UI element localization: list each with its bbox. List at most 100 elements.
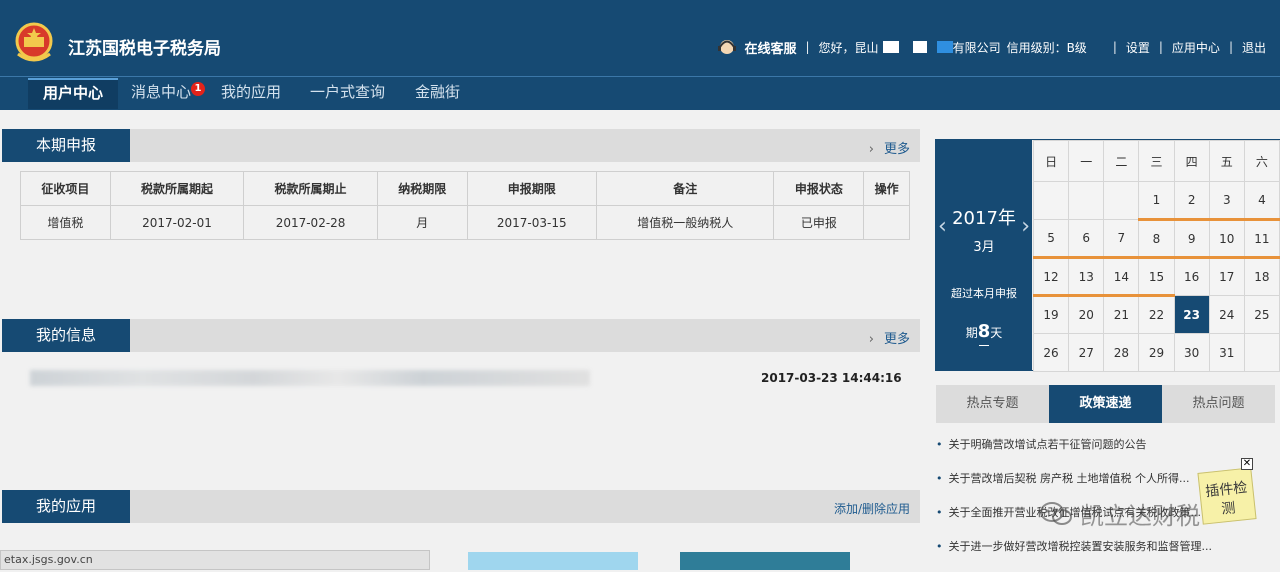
policy-link[interactable]: 关于明确营改增试点若干征管问题的公告	[949, 438, 1147, 451]
nav-message-center[interactable]: 消息中心 1	[131, 79, 206, 110]
declaration-section-header: 本期申报 › 更多	[2, 129, 920, 162]
calendar-day[interactable]: 13	[1068, 257, 1105, 297]
app-tile[interactable]	[680, 552, 850, 570]
bullet-icon: •	[936, 438, 943, 451]
calendar-day[interactable]: 20	[1068, 295, 1105, 334]
my-info-section-header: 我的信息 › 更多	[2, 319, 920, 352]
calendar-day[interactable]: 16	[1173, 257, 1210, 296]
table-cell: 月	[376, 205, 468, 240]
calendar-day[interactable]: 30	[1173, 333, 1210, 372]
calendar-day[interactable]: 21	[1103, 295, 1140, 334]
calendar-day[interactable]: 28	[1103, 333, 1140, 372]
message-item[interactable]	[30, 370, 590, 386]
table-cell: 2017-02-28	[243, 205, 378, 240]
nav-divider	[0, 76, 1280, 77]
policy-link[interactable]: 关于营改增后契税 房产税 土地增值税 个人所得...	[949, 472, 1190, 485]
calendar-day-today[interactable]: 23	[1173, 295, 1210, 334]
redacted-message-text	[30, 370, 590, 386]
calendar-day	[1243, 333, 1280, 372]
company-name-suffix: 有限公司	[952, 40, 1001, 55]
table-cell: 2017-03-15	[466, 205, 597, 240]
weekday-label: 日	[1032, 140, 1070, 182]
app-tile[interactable]	[468, 552, 638, 570]
close-icon[interactable]: ✕	[1241, 458, 1253, 470]
separator: |	[1228, 40, 1233, 54]
weekday-row: 日 一 二 三 四 五 六	[1032, 140, 1280, 182]
calendar-day[interactable]: 2	[1173, 181, 1210, 221]
status-bar-url: etax.jsgs.gov.cn	[0, 550, 430, 570]
column-header: 操作	[863, 171, 910, 206]
nav-finance-street[interactable]: 金融街	[415, 79, 460, 110]
declaration-table: 征收项目 税款所属期起 税款所属期止 纳税期限 申报期限 备注 申报状态 操作 …	[20, 171, 910, 240]
column-header: 纳税期限	[376, 171, 468, 206]
calendar-week: 5 6 7 8 9 10 11	[1032, 219, 1280, 259]
calendar-day[interactable]: 17	[1208, 257, 1245, 296]
operation-cell[interactable]	[863, 205, 910, 240]
calendar-week: 19 20 21 22 23 24 25	[1032, 295, 1280, 334]
tab-policy-express[interactable]: 政策速递	[1049, 385, 1162, 423]
list-item[interactable]: • 关于进一步做好营改增税控装置安装服务和监督管理...	[936, 538, 1276, 572]
calendar-day[interactable]: 6	[1068, 219, 1105, 259]
bullet-icon: •	[936, 506, 943, 519]
message-timestamp: 2017-03-23 14:44:16	[761, 371, 902, 385]
online-service-link[interactable]: 在线客服	[716, 38, 797, 57]
policy-link[interactable]: 关于进一步做好营改增税控装置安装服务和监督管理...	[949, 540, 1213, 553]
calendar-day[interactable]: 27	[1068, 333, 1105, 372]
nav-user-center[interactable]: 用户中心	[28, 78, 118, 109]
my-info-more-link[interactable]: › 更多	[869, 328, 910, 347]
tab-hot-topics[interactable]: 热点专题	[936, 385, 1049, 423]
calendar-day[interactable]: 26	[1032, 333, 1070, 372]
calendar-day[interactable]: 11	[1243, 219, 1280, 259]
list-item[interactable]: • 关于明确营改增试点若干征管问题的公告	[936, 436, 1276, 470]
top-header: 江苏国税电子税务局 在线客服 | 您好，昆山 有限公司 信用级别：B级 | 设置…	[0, 0, 1280, 76]
policy-tab-bar: 热点专题 政策速递 热点问题	[936, 385, 1275, 423]
calendar-day[interactable]: 24	[1208, 295, 1245, 334]
separator: |	[805, 40, 810, 54]
calendar-day[interactable]: 4	[1243, 181, 1280, 221]
table-cell: 增值税一般纳税人	[595, 205, 775, 240]
calendar-week: 26 27 28 29 30 31	[1032, 333, 1280, 372]
calendar-day[interactable]: 22	[1138, 295, 1175, 334]
declaration-title: 本期申报	[2, 129, 130, 162]
declaration-more-link[interactable]: › 更多	[869, 138, 910, 157]
calendar-day[interactable]: 10	[1208, 219, 1245, 259]
calendar-day[interactable]: 29	[1138, 333, 1175, 372]
calendar-day[interactable]: 1	[1138, 181, 1175, 221]
table-cell: 已申报	[773, 205, 865, 240]
nav-my-apps[interactable]: 我的应用	[221, 79, 281, 110]
calendar-day[interactable]: 12	[1032, 257, 1070, 297]
add-remove-apps-link[interactable]: 添加/删除应用	[834, 500, 910, 517]
calendar-day[interactable]: 9	[1173, 219, 1210, 259]
days-prefix: 期	[965, 326, 978, 340]
logout-link[interactable]: 退出	[1242, 39, 1266, 56]
watermark: 凯立达财税	[1040, 496, 1200, 531]
calendar-day[interactable]: 25	[1243, 295, 1280, 334]
calendar-day	[1032, 181, 1070, 220]
column-header: 备注	[595, 171, 775, 206]
settings-link[interactable]: 设置	[1126, 39, 1150, 56]
calendar-day[interactable]: 15	[1138, 257, 1175, 297]
table-header-row: 征收项目 税款所属期起 税款所属期止 纳税期限 申报期限 备注 申报状态 操作	[20, 171, 910, 206]
calendar-month: 3月	[973, 240, 995, 255]
my-info-title: 我的信息	[2, 319, 130, 352]
calendar-day[interactable]: 19	[1032, 295, 1070, 334]
calendar-day[interactable]: 18	[1243, 257, 1280, 296]
days-suffix: 天	[990, 326, 1003, 340]
table-row: 增值税 2017-02-01 2017-02-28 月 2017-03-15 增…	[20, 205, 910, 240]
calendar-day[interactable]: 8	[1138, 219, 1175, 259]
separator: |	[1158, 40, 1163, 54]
calendar-day[interactable]: 5	[1032, 219, 1070, 259]
calendar-day[interactable]: 3	[1208, 181, 1245, 221]
app-center-link[interactable]: 应用中心	[1172, 39, 1220, 56]
calendar-day[interactable]: 14	[1103, 257, 1140, 297]
table-cell: 2017-02-01	[109, 205, 245, 240]
tab-hot-questions[interactable]: 热点问题	[1162, 385, 1275, 423]
nav-account-query[interactable]: 一户式查询	[310, 79, 385, 110]
plugin-check-widget[interactable]: 插件检测	[1197, 467, 1257, 525]
calendar-day[interactable]: 31	[1208, 333, 1245, 372]
underline-dash	[979, 345, 989, 346]
online-service-label: 在线客服	[744, 41, 797, 57]
column-header: 申报状态	[773, 171, 865, 206]
more-label: 更多	[883, 332, 910, 347]
calendar-day[interactable]: 7	[1103, 219, 1140, 259]
